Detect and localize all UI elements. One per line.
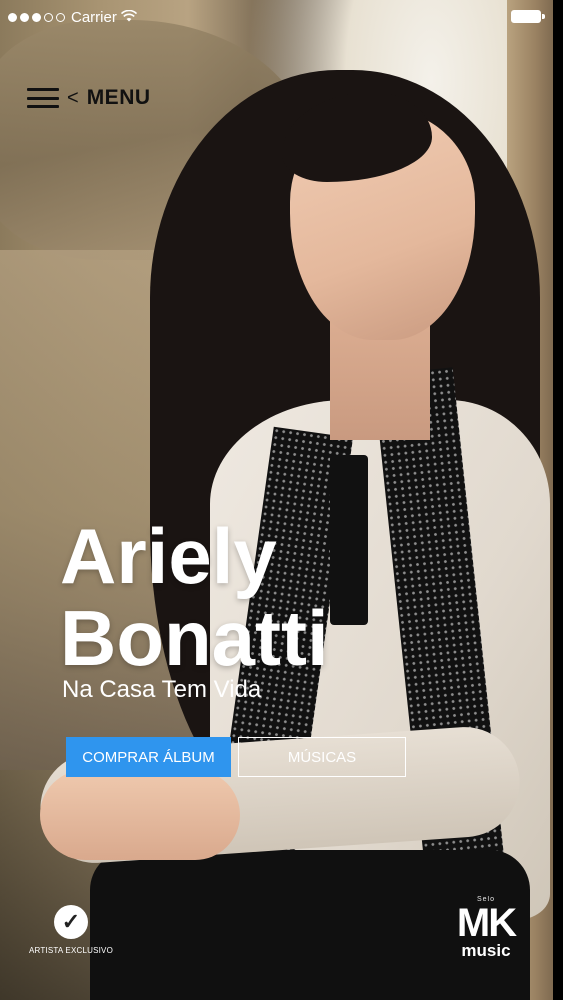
mk-music-logo: Selo MK music [446, 896, 526, 959]
carrier-name: Carrier [71, 8, 117, 26]
status-bar: Carrier [0, 0, 553, 34]
buy-album-button[interactable]: COMPRAR ÁLBUM [66, 737, 231, 777]
artist-name: Ariely Bonatti [60, 515, 329, 679]
album-title: Na Casa Tem Vida [62, 676, 262, 703]
menu-label: MENU [86, 86, 151, 109]
app-screen: Carrier < MENU Ariely Bonatti Na Casa Te… [0, 0, 553, 1000]
hamburger-icon [27, 88, 59, 108]
signal-dot [8, 12, 17, 22]
logo-music-text: music [461, 941, 511, 960]
battery-icon [511, 10, 545, 23]
menu-button[interactable]: < MENU [27, 86, 151, 110]
exclusive-artist-badge: ✓ ARTISTA EXCLUSIVO [24, 905, 118, 955]
signal-dot [56, 12, 65, 22]
wifi-icon [120, 9, 137, 25]
signal-dot [44, 12, 53, 22]
logo-subtext: Selo [476, 896, 495, 903]
artist-first-name: Ariely [60, 512, 277, 600]
signal-dot [20, 12, 29, 22]
chevron-left-icon: < [67, 86, 79, 109]
songs-button[interactable]: MÚSICAS [238, 737, 406, 777]
artist-last-name: Bonatti [60, 594, 329, 682]
signal-dot [32, 12, 41, 22]
artist-hand [40, 770, 240, 860]
signal-strength-icon [8, 12, 65, 22]
logo-mk-text: MK [456, 901, 517, 945]
check-circle-icon: ✓ [54, 905, 88, 939]
artist-tie [330, 455, 368, 625]
exclusive-artist-label: ARTISTA EXCLUSIVO [28, 946, 114, 955]
